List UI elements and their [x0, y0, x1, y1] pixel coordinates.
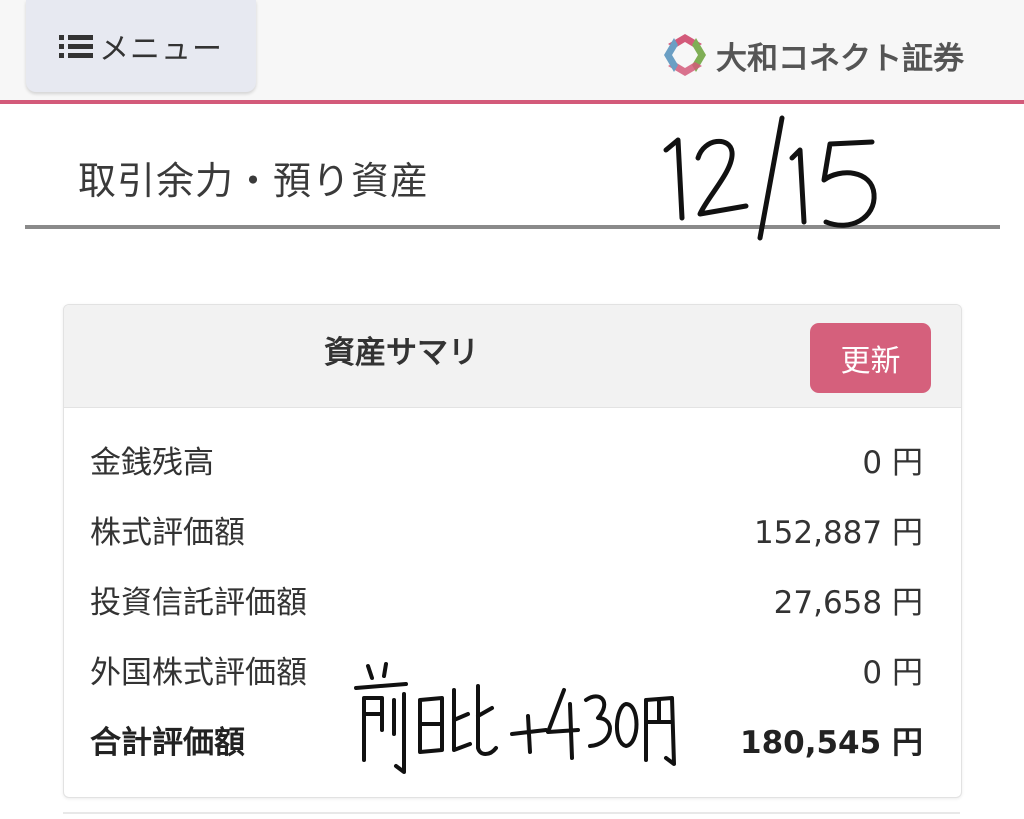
row-value: 152,887 円 [753, 515, 923, 551]
menu-button[interactable]: メニュー [26, 0, 256, 92]
page-title: 取引余力・預り資産 [78, 159, 430, 203]
row-value: 0 円 [862, 655, 923, 691]
row-label: 投資信託評価額 [90, 585, 307, 621]
row-label: 合計評価額 [90, 725, 245, 761]
app-header: メニュー 大和コネクト証券 [0, 0, 1024, 100]
row-value: 0 円 [862, 445, 923, 481]
row-label: 金銭残高 [90, 445, 214, 481]
menu-label: メニュー [99, 32, 223, 67]
card-header: 資産サマリ 更新 [64, 305, 961, 408]
row-fund-valuation: 投資信託評価額 27,658 円 [64, 563, 961, 633]
brand-name: 大和コネクト証券 [716, 40, 964, 77]
row-value: 27,658 円 [773, 585, 923, 621]
row-label: 株式評価額 [90, 515, 245, 551]
header-divider [0, 100, 1024, 104]
refresh-button[interactable]: 更新 [810, 323, 931, 393]
brand-logo: 大和コネクト証券 [662, 32, 964, 78]
card-title: 資産サマリ [324, 335, 479, 371]
row-cash-balance: 金銭残高 0 円 [64, 423, 961, 493]
daiwa-connect-logo-icon [664, 34, 706, 76]
list-icon [59, 35, 93, 58]
row-label: 外国株式評価額 [90, 655, 307, 691]
row-value: 180,545 円 [740, 725, 923, 761]
bottom-divider [63, 812, 960, 814]
row-stock-valuation: 株式評価額 152,887 円 [64, 493, 961, 563]
handwritten-date [663, 115, 877, 241]
handwritten-note [354, 662, 676, 774]
